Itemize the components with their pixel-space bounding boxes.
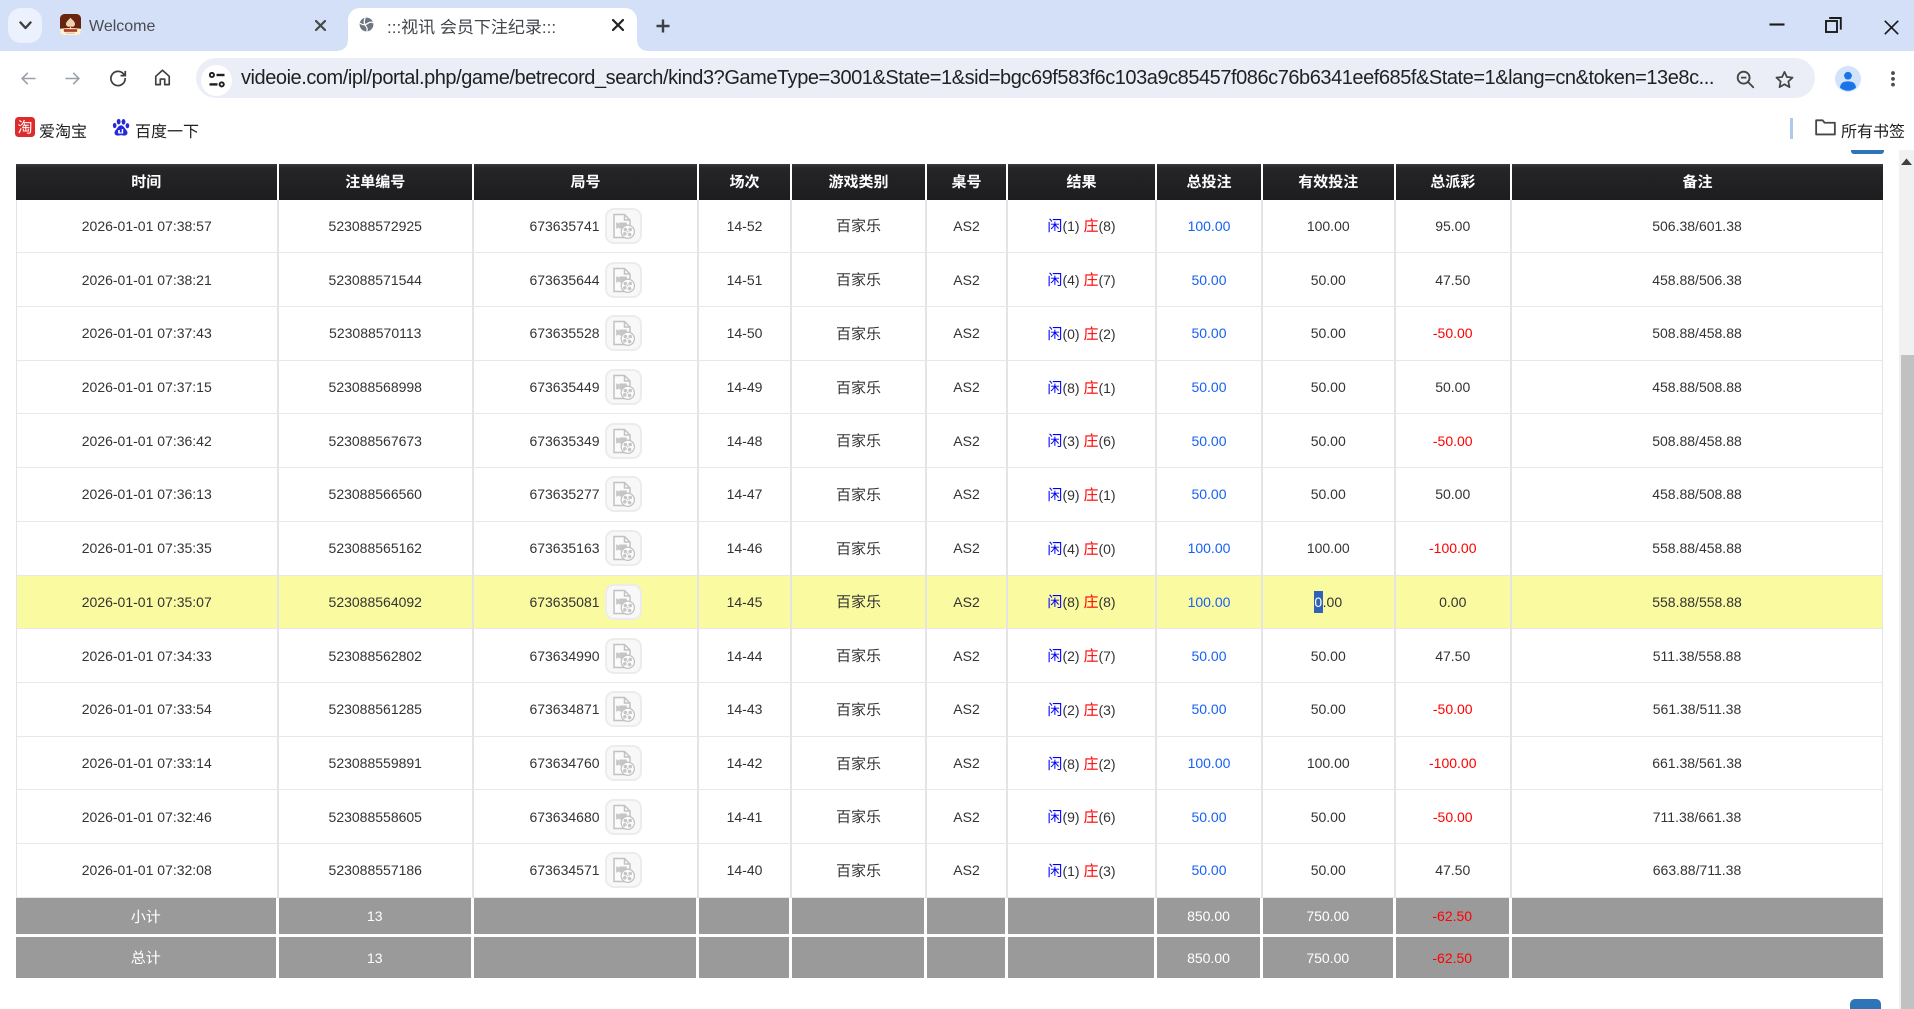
svg-text:淘: 淘 xyxy=(17,117,32,137)
